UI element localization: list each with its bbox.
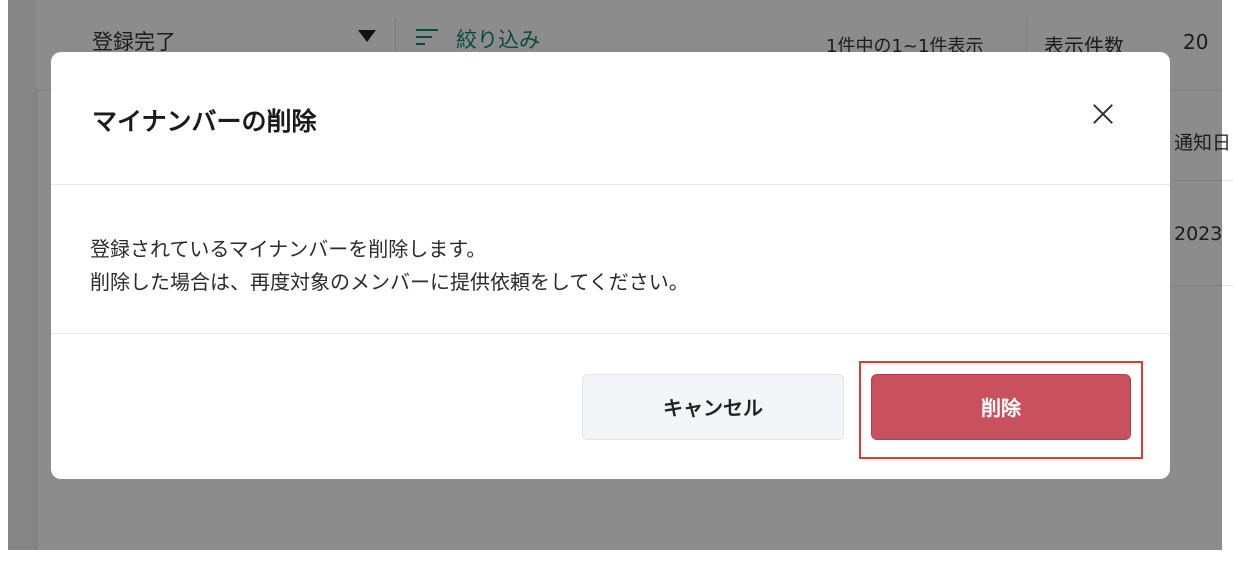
- dialog-message-line-1: 登録されているマイナンバーを削除します。: [90, 237, 487, 261]
- delete-button[interactable]: 削除: [871, 374, 1131, 440]
- close-icon[interactable]: [1087, 98, 1119, 130]
- delete-my-number-dialog: マイナンバーの削除 登録されているマイナンバーを削除します。 削除した場合は、再…: [51, 52, 1170, 479]
- dialog-message-line-2: 削除した場合は、再度対象のメンバーに提供依頼をしてください。: [90, 270, 689, 294]
- dialog-body: 登録されているマイナンバーを削除します。 削除した場合は、再度対象のメンバーに提…: [51, 185, 1170, 334]
- dialog-title: マイナンバーの削除: [92, 107, 317, 136]
- cancel-button[interactable]: キャンセル: [582, 374, 844, 440]
- dialog-header: マイナンバーの削除: [51, 52, 1170, 185]
- dialog-footer: キャンセル 削除: [51, 334, 1170, 479]
